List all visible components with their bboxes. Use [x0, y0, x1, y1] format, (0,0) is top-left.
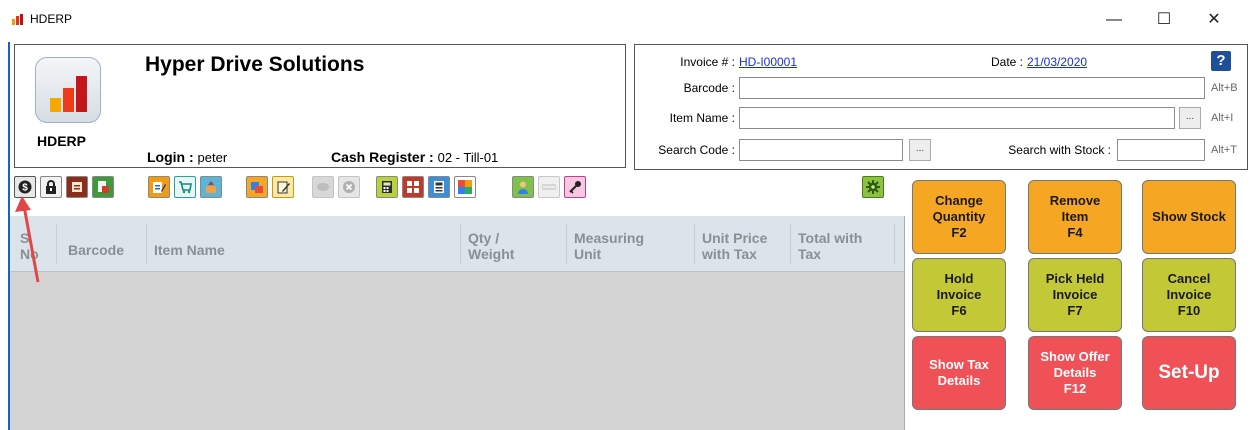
counter-icon: [538, 176, 560, 198]
search-stock-input[interactable]: [1117, 139, 1205, 161]
change-quantity-button[interactable]: Change Quantity F2: [912, 180, 1006, 254]
calculator-icon[interactable]: [376, 176, 398, 198]
company-name: Hyper Drive Solutions: [145, 53, 365, 76]
search-shortcut: Alt+T: [1211, 144, 1237, 156]
grid-body[interactable]: [10, 272, 904, 430]
transfer-icon[interactable]: [246, 176, 268, 198]
cart-upload-icon[interactable]: [200, 176, 222, 198]
show-tax-details-button[interactable]: Show Tax Details: [912, 336, 1006, 410]
tiles-icon[interactable]: [454, 176, 476, 198]
date-label: Date :: [990, 55, 1023, 69]
disabled-cancel-icon: [338, 176, 360, 198]
login-value: peter: [197, 150, 228, 165]
pick-held-invoice-button[interactable]: Pick Held Invoice F7: [1028, 258, 1122, 332]
show-offer-details-button[interactable]: Show Offer Details F12: [1028, 336, 1122, 410]
settings-icon[interactable]: [862, 176, 884, 198]
login-info: Login : peter: [147, 149, 227, 165]
help-icon[interactable]: ?: [1211, 51, 1231, 71]
edit-list-icon[interactable]: [148, 176, 170, 198]
column-header-unit-price[interactable]: Unit Price with Tax: [702, 230, 782, 262]
barcode-input[interactable]: [739, 77, 1205, 99]
column-header-measuring-unit[interactable]: Measuring Unit: [574, 230, 670, 262]
grid-header: S No Barcode Item Name Qty / Weight Meas…: [10, 216, 904, 272]
cash-register-info: Cash Register : 02 - Till-01: [331, 149, 498, 165]
title-bar: HDERP — ☐ ✕: [0, 0, 1252, 40]
cash-register-value: 02 - Till-01: [437, 150, 499, 165]
cart-icon[interactable]: [174, 176, 196, 198]
minimize-button[interactable]: —: [1094, 8, 1134, 32]
keyboard-icon[interactable]: [402, 176, 424, 198]
invoice-panel: Invoice # : HD-I00001 Date : 21/03/2020 …: [634, 44, 1248, 170]
annotation-arrow-icon: [15, 196, 40, 283]
invoice-number-link[interactable]: HD-I00001: [739, 55, 797, 69]
maximize-button[interactable]: ☐: [1144, 8, 1184, 32]
search-code-label: Search Code :: [658, 143, 735, 157]
invoice-number-label: Invoice # :: [680, 55, 735, 69]
search-stock-label: Search with Stock :: [1008, 143, 1111, 157]
close-button[interactable]: ✕: [1194, 8, 1234, 32]
key-icon[interactable]: [564, 176, 586, 198]
search-code-input[interactable]: [739, 139, 903, 161]
search-code-browse-button[interactable]: ...: [909, 139, 931, 161]
item-name-label: Item Name :: [669, 111, 735, 125]
column-header-item-name[interactable]: Item Name: [154, 242, 225, 258]
calculator-alt-icon[interactable]: [428, 176, 450, 198]
column-header-qty-weight[interactable]: Qty / Weight: [468, 230, 538, 262]
cancel-invoice-button[interactable]: Cancel Invoice F10: [1142, 258, 1236, 332]
barcode-shortcut: Alt+B: [1211, 82, 1238, 94]
disabled-coin-icon: [312, 176, 334, 198]
show-stock-button[interactable]: Show Stock: [1142, 180, 1236, 254]
setup-button[interactable]: Set-Up: [1142, 336, 1236, 410]
column-header-barcode[interactable]: Barcode: [68, 242, 124, 258]
note-edit-icon[interactable]: [272, 176, 294, 198]
report-export-icon[interactable]: [92, 176, 114, 198]
remove-item-button[interactable]: Remove Item F4: [1028, 180, 1122, 254]
hold-invoice-button[interactable]: Hold Invoice F6: [912, 258, 1006, 332]
invoice-items-grid[interactable]: S No Barcode Item Name Qty / Weight Meas…: [10, 216, 904, 430]
report-icon[interactable]: [66, 176, 88, 198]
item-name-shortcut: Alt+I: [1211, 112, 1234, 124]
item-name-browse-button[interactable]: ...: [1179, 107, 1201, 129]
login-label: Login :: [147, 149, 194, 165]
cash-register-label: Cash Register :: [331, 149, 434, 165]
barcode-label: Barcode :: [683, 81, 735, 95]
column-header-total[interactable]: Total with Tax: [798, 230, 878, 262]
grid-right-border: [904, 216, 905, 430]
company-panel: HDERP Hyper Drive Solutions Login : pete…: [14, 44, 626, 168]
item-name-input[interactable]: [739, 107, 1175, 129]
user-icon[interactable]: [512, 176, 534, 198]
date-link[interactable]: 21/03/2020: [1027, 55, 1087, 69]
